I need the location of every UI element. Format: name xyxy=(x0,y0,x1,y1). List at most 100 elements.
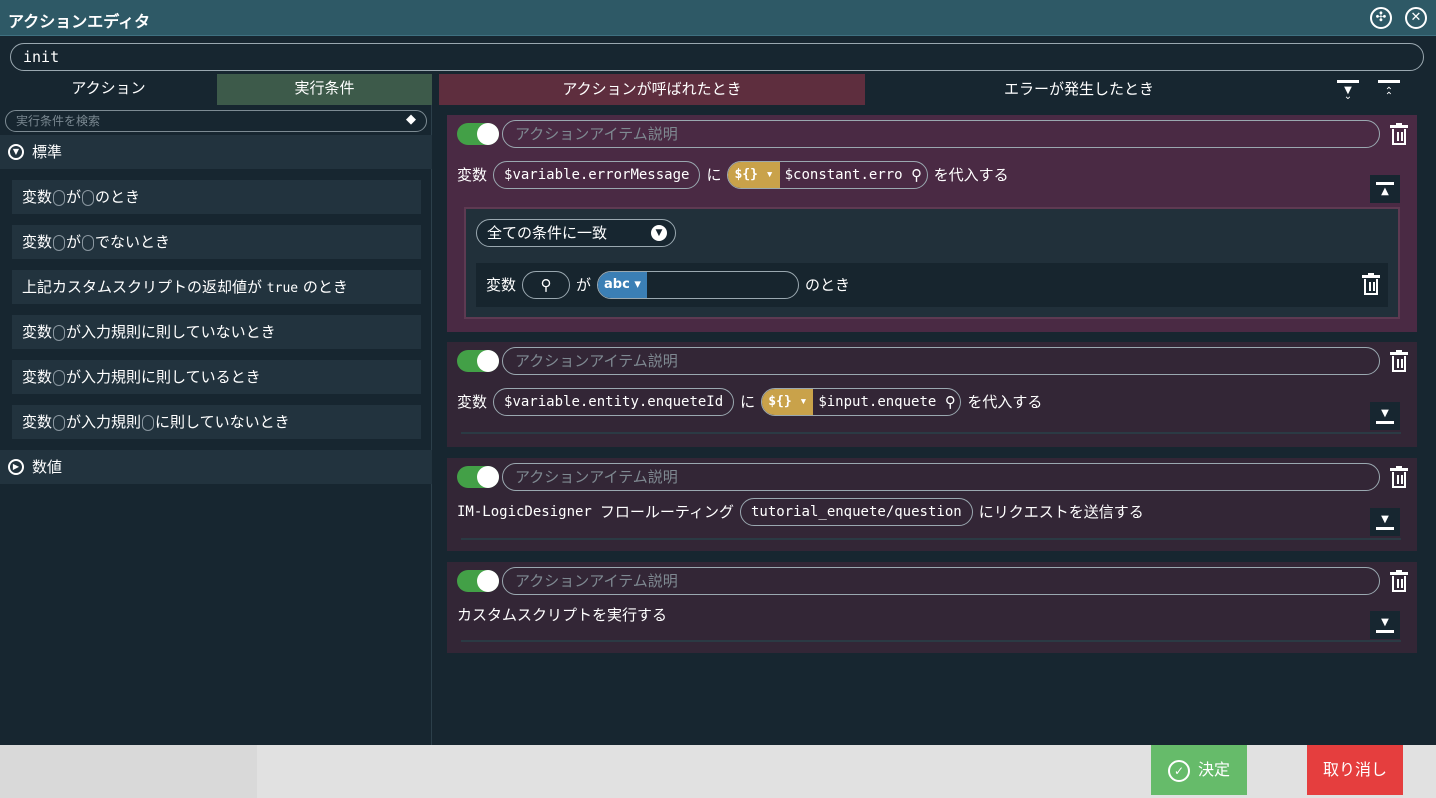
expand-right-icon: ▶ xyxy=(8,459,24,475)
cond-text: が xyxy=(66,188,82,206)
tab-on-error[interactable]: エラーが発生したとき xyxy=(865,74,1293,105)
value-type-dropdown[interactable]: ${} ▾ xyxy=(728,162,780,188)
cond-text: のとき xyxy=(302,278,348,296)
trash-icon[interactable] xyxy=(1390,123,1408,145)
check-icon: ✓ xyxy=(1167,759,1190,782)
window-title: アクションエディタ xyxy=(8,12,151,31)
label: に xyxy=(740,393,756,411)
title-bar[interactable]: アクションエディタ ✣ ✕ xyxy=(0,0,1436,36)
expand-icon[interactable]: ▼ xyxy=(1370,508,1400,536)
placeholder-slot xyxy=(53,414,66,431)
action-line: 変数 $variable.errorMessage に ${} ▾ $const… xyxy=(457,161,1009,189)
group-numeric-label: 数値 xyxy=(32,458,63,476)
match-mode-label: 全ての条件に一致 xyxy=(487,224,608,242)
label: に xyxy=(706,166,722,184)
action-list: アクションアイテム説明 変数 $variable.errorMessage に … xyxy=(433,105,1436,745)
expand-all-icon[interactable]: ▼ ⌄ xyxy=(1337,78,1359,102)
action-name-input[interactable]: init xyxy=(10,43,1424,71)
placeholder-slot xyxy=(53,324,66,341)
expand-icon[interactable]: ▼ xyxy=(1370,611,1400,639)
trash-icon[interactable] xyxy=(1390,466,1408,488)
enable-toggle[interactable] xyxy=(457,466,499,488)
cond-text: が xyxy=(66,233,82,251)
action-item: アクションアイテム説明 変数 $variable.errorMessage に … xyxy=(447,115,1417,332)
value-text[interactable]: $constant.erro xyxy=(780,162,907,188)
name-row: init xyxy=(0,36,1436,76)
collapse-all-icon[interactable]: ⌃ ⌃ xyxy=(1378,78,1400,102)
label: を代入する xyxy=(933,166,1009,184)
trash-icon[interactable] xyxy=(1362,273,1380,295)
expand-icon[interactable]: ▼ xyxy=(1370,402,1400,430)
label: にリクエストを送信する xyxy=(978,503,1144,521)
action-item: アクションアイテム説明 カスタムスクリプトを実行する ▼ xyxy=(447,562,1417,653)
route-selector[interactable]: tutorial_enquete/question xyxy=(739,498,973,526)
condition-palette: 実行条件を検索 ◆ ▼ 標準 変数がのとき 変数がでないとき 上記カスタムスクリ… xyxy=(0,105,432,745)
action-editor-window: アクションエディタ ✣ ✕ init アクション 実行条件 実行条件を検索 ◆ … xyxy=(0,0,1436,798)
enable-toggle[interactable] xyxy=(457,570,499,592)
group-standard[interactable]: ▼ 標準 xyxy=(0,135,432,169)
variable-search-icon[interactable]: ⚲ xyxy=(522,271,571,299)
cond-text: が入力規則に則しているとき xyxy=(66,368,261,386)
trash-icon[interactable] xyxy=(1390,570,1408,592)
condition-item[interactable]: 変数 が入力規則に則しているとき xyxy=(12,360,421,394)
value-text[interactable]: $input.enquete xyxy=(813,389,940,415)
ok-button[interactable]: ✓ 決定 xyxy=(1151,745,1247,795)
variable-selector[interactable]: $variable.entity.enqueteId xyxy=(493,388,735,416)
cond-text: 変数 xyxy=(22,233,53,251)
description-input[interactable]: アクションアイテム説明 xyxy=(502,347,1380,375)
match-mode-select[interactable]: 全ての条件に一致 ▼ xyxy=(476,219,676,247)
enable-toggle[interactable] xyxy=(457,123,499,145)
condition-line: 変数 ⚲ が abc ▾ のとき xyxy=(486,271,850,299)
tab-when-called[interactable]: アクションが呼ばれたとき xyxy=(439,74,865,105)
condition-item[interactable]: 変数がのとき xyxy=(12,180,421,214)
close-icon[interactable]: ✕ xyxy=(1405,7,1427,29)
pin-icon[interactable]: ✣ xyxy=(1370,7,1392,29)
label: フロールーティング xyxy=(599,503,734,521)
value-input[interactable]: ${} ▾ $input.enquete ⚲ xyxy=(761,388,962,416)
cond-text: 変数 xyxy=(22,368,53,386)
label: のとき xyxy=(805,276,851,294)
search-placeholder: 実行条件を検索 xyxy=(16,114,101,128)
cond-text: 変数 xyxy=(22,323,53,341)
label: 変数 xyxy=(457,393,488,411)
cond-text: 変数 xyxy=(22,188,53,206)
condition-item[interactable]: 変数が入力規則に則していないとき xyxy=(12,405,421,439)
collapse-icon[interactable]: ▲ xyxy=(1370,175,1400,203)
placeholder-slot xyxy=(53,189,66,206)
cond-text: に則していないとき xyxy=(155,413,290,431)
enable-toggle[interactable] xyxy=(457,350,499,372)
description-input[interactable]: アクションアイテム説明 xyxy=(502,567,1380,595)
condition-item[interactable]: 上記カスタムスクリプトの返却値が true のとき xyxy=(12,270,421,304)
tab-condition[interactable]: 実行条件 xyxy=(217,74,432,105)
trash-icon[interactable] xyxy=(1390,350,1408,372)
condition-search-input[interactable]: 実行条件を検索 ◆ xyxy=(5,110,427,132)
cond-text: 上記カスタムスクリプトの返却値が xyxy=(22,278,263,296)
action-line: IM-LogicDesigner フロールーティング tutorial_enqu… xyxy=(457,498,1144,526)
action-item: アクションアイテム説明 IM-LogicDesigner フロールーティング t… xyxy=(447,458,1417,551)
compare-value-input[interactable]: abc ▾ xyxy=(597,271,800,299)
footer-left-strip xyxy=(0,745,257,798)
footer: ✓ 決定 取り消し xyxy=(0,745,1436,798)
placeholder-slot xyxy=(82,189,95,206)
type-dropdown[interactable]: abc ▾ xyxy=(598,272,647,298)
group-numeric[interactable]: ▶ 数値 xyxy=(0,450,432,484)
cond-text: でないとき xyxy=(95,233,171,251)
placeholder-slot xyxy=(142,414,155,431)
action-line: カスタムスクリプトを実行する xyxy=(457,601,667,629)
search-icon[interactable]: ⚲ xyxy=(907,162,927,188)
description-input[interactable]: アクションアイテム説明 xyxy=(502,463,1380,491)
variable-selector[interactable]: $variable.errorMessage xyxy=(493,161,701,189)
condition-item[interactable]: 変数が入力規則に則していないとき xyxy=(12,315,421,349)
clear-icon[interactable]: ◆ xyxy=(406,113,422,127)
value-type-dropdown[interactable]: ${} ▾ xyxy=(762,389,814,415)
tab-action[interactable]: アクション xyxy=(0,74,217,105)
cancel-button[interactable]: 取り消し xyxy=(1307,745,1403,795)
condition-item[interactable]: 変数がでないとき xyxy=(12,225,421,259)
left-tabs: アクション 実行条件 xyxy=(0,74,432,105)
cond-text: のとき xyxy=(95,188,141,206)
description-input[interactable]: アクションアイテム説明 xyxy=(502,120,1380,148)
search-icon[interactable]: ⚲ xyxy=(940,389,960,415)
value-input[interactable]: ${} ▾ $constant.erro ⚲ xyxy=(727,161,928,189)
cond-text: が入力規則 xyxy=(66,413,142,431)
condition-row: 変数 ⚲ が abc ▾ のとき xyxy=(476,263,1388,307)
